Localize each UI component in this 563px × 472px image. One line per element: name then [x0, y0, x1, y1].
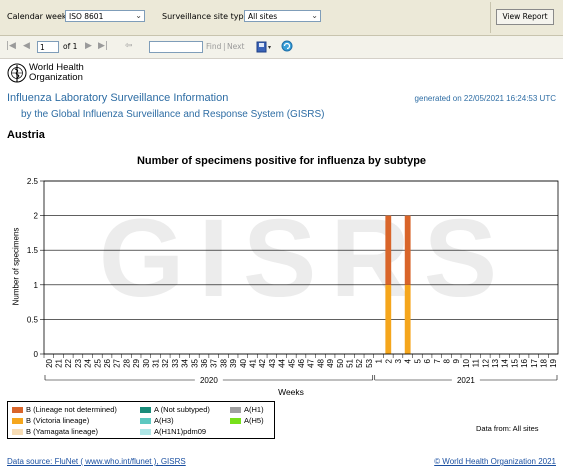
x-tick-label: 4: [404, 358, 413, 363]
x-tick-label: 15: [510, 358, 519, 367]
x-tick-label: 5: [413, 358, 422, 363]
year-label: 2020: [200, 376, 218, 385]
x-tick-label: 21: [55, 358, 64, 367]
x-tick-label: 29: [132, 358, 141, 367]
x-tick-label: 22: [64, 358, 73, 367]
y-tick-label: 2: [34, 212, 39, 221]
y-tick-label: 0: [34, 350, 39, 359]
x-tick-label: 47: [307, 358, 316, 367]
x-tick-label: 2: [384, 358, 393, 363]
y-tick-label: 0.5: [27, 315, 39, 324]
x-tick-label: 19: [549, 358, 558, 367]
legend-label: B (Victoria lineage): [26, 416, 90, 425]
y-axis-label: Number of specimens: [11, 227, 21, 306]
x-tick-label: 8: [442, 358, 451, 363]
legend-swatch: [230, 418, 241, 425]
x-tick-label: 41: [249, 358, 258, 367]
legend-swatch: [140, 418, 151, 425]
x-tick-label: 35: [190, 358, 199, 367]
legend-item: B (Lineage not determined): [12, 405, 117, 414]
data-from-note: Data from: All sites: [476, 424, 539, 433]
x-tick-label: 52: [355, 358, 364, 367]
x-tick-label: 42: [258, 358, 267, 367]
y-tick-label: 1: [34, 281, 39, 290]
legend-label: B (Lineage not determined): [26, 405, 117, 414]
legend-item: A(H1N1)pdm09: [140, 427, 206, 436]
x-tick-label: 1: [375, 358, 384, 363]
y-tick-label: 1.5: [27, 246, 39, 255]
x-tick-label: 25: [93, 358, 102, 367]
legend-item: A (Not subtyped): [140, 405, 210, 414]
x-tick-label: 16: [520, 358, 529, 367]
x-tick-label: 32: [161, 358, 170, 367]
legend-swatch: [12, 429, 23, 436]
legend-swatch: [12, 407, 23, 414]
x-tick-label: 37: [210, 358, 219, 367]
x-tick-label: 45: [287, 358, 296, 367]
legend-label: A (Not subtyped): [154, 405, 210, 414]
x-tick-label: 12: [481, 358, 490, 367]
x-tick-label: 34: [181, 358, 190, 367]
x-tick-label: 40: [239, 358, 248, 367]
legend-item: A(H1): [230, 405, 264, 414]
x-tick-label: 18: [539, 358, 548, 367]
x-tick-label: 38: [219, 358, 228, 367]
bar-segment: [385, 215, 392, 285]
x-tick-label: 53: [365, 358, 374, 367]
x-tick-label: 30: [142, 358, 151, 367]
legend-item: B (Yamagata lineage): [12, 427, 98, 436]
legend: B (Lineage not determined) B (Victoria li…: [7, 401, 275, 439]
legend-swatch: [140, 407, 151, 414]
legend-item: A(H5): [230, 416, 264, 425]
x-tick-label: 49: [326, 358, 335, 367]
x-tick-label: 43: [268, 358, 277, 367]
x-tick-label: 51: [345, 358, 354, 367]
x-tick-label: 11: [472, 358, 481, 367]
legend-label: A(H1): [244, 405, 264, 414]
bar-segment: [385, 284, 392, 354]
legend-label: A(H5): [244, 416, 264, 425]
x-tick-label: 50: [336, 358, 345, 367]
legend-swatch: [140, 429, 151, 436]
x-tick-label: 36: [200, 358, 209, 367]
x-axis-label: Weeks: [278, 387, 304, 397]
x-tick-label: 10: [462, 358, 471, 367]
year-label: 2021: [457, 376, 475, 385]
x-tick-label: 3: [394, 358, 403, 363]
x-tick-label: 33: [171, 358, 180, 367]
copyright-link[interactable]: © World Health Organization 2021: [434, 457, 556, 466]
x-tick-label: 9: [452, 358, 461, 363]
y-tick-label: 2.5: [27, 177, 39, 186]
x-tick-label: 24: [84, 358, 93, 367]
subtype-chart: GISRS 00.511.522.520 21 22 23 24 25 26 27 28 29 30…: [27, 177, 559, 397]
x-tick-label: 26: [103, 358, 112, 367]
x-tick-label: 28: [122, 358, 131, 367]
x-tick-label: 13: [491, 358, 500, 367]
legend-swatch: [230, 407, 241, 414]
legend-label: B (Yamagata lineage): [26, 427, 98, 436]
bar-segment: [404, 215, 411, 285]
x-tick-label: 6: [423, 358, 432, 363]
x-tick-label: 39: [229, 358, 238, 367]
x-tick-label: 46: [297, 358, 306, 367]
x-tick-label: 20: [45, 358, 54, 367]
x-tick-label: 23: [74, 358, 83, 367]
legend-label: A(H1N1)pdm09: [154, 427, 207, 436]
legend-item: A(H3): [140, 416, 174, 425]
x-tick-label: 31: [152, 358, 161, 367]
x-tick-label: 17: [530, 358, 539, 367]
bar-segment: [404, 284, 411, 354]
x-tick-label: 7: [433, 358, 442, 363]
x-tick-label: 44: [278, 358, 287, 367]
data-source-link[interactable]: Data source: FluNet ( www.who.int/flunet…: [7, 457, 186, 466]
legend-swatch: [12, 418, 23, 425]
legend-label: A(H3): [154, 416, 174, 425]
x-tick-label: 14: [501, 358, 510, 367]
x-tick-label: 27: [113, 358, 122, 367]
legend-item: B (Victoria lineage): [12, 416, 89, 425]
x-tick-label: 48: [316, 358, 325, 367]
